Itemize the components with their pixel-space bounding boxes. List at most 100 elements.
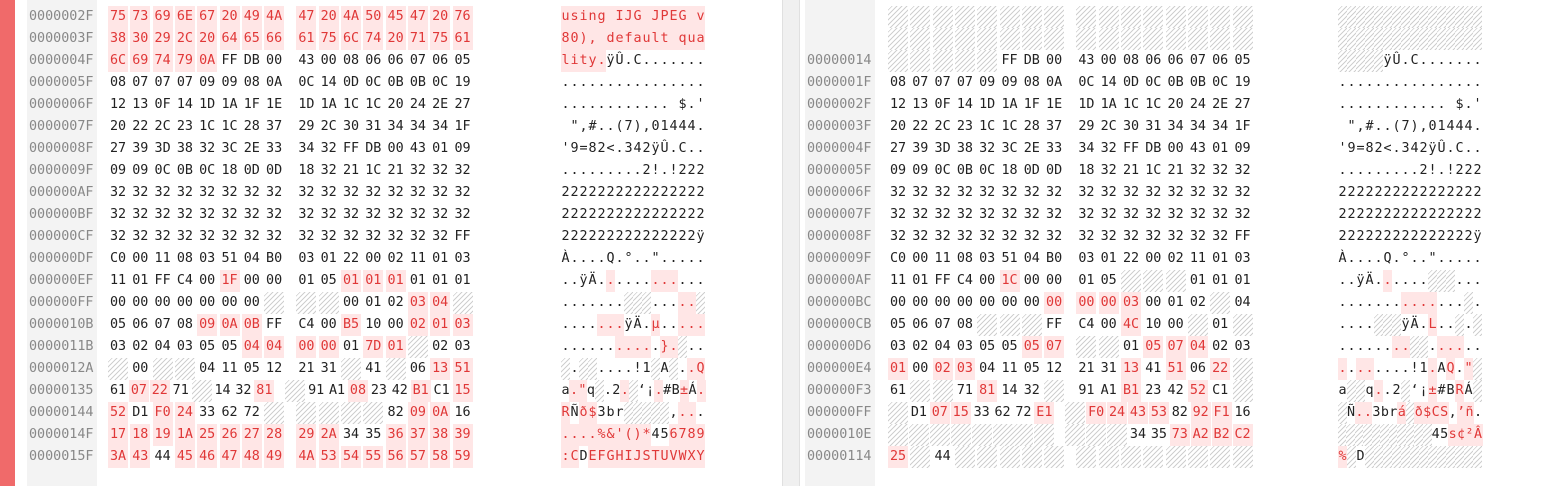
hex-byte-cell[interactable] <box>1065 424 1086 446</box>
hex-byte-cell[interactable]: 16 <box>1233 402 1253 424</box>
ascii-char-cell[interactable]: . <box>1338 292 1347 314</box>
hex-byte-cell[interactable]: 27 <box>108 138 128 160</box>
hex-byte-cell[interactable]: 61 <box>452 28 473 50</box>
hex-byte-cell[interactable]: 21 <box>341 160 361 182</box>
hex-byte-cell[interactable]: 02 <box>407 314 428 336</box>
hex-byte-cell[interactable]: 07 <box>1188 50 1208 72</box>
ascii-char-cell[interactable] <box>1383 6 1392 28</box>
ascii-char-cell[interactable]: Q <box>606 248 615 270</box>
hex-byte-cell[interactable] <box>1232 28 1253 50</box>
ascii-char-cell[interactable]: F <box>597 446 606 468</box>
hex-byte-cell[interactable]: 2E <box>430 94 450 116</box>
hex-byte-cell[interactable]: 0D <box>242 160 262 182</box>
hex-byte-cell[interactable]: 08 <box>955 314 975 336</box>
hex-byte-cell[interactable]: 71 <box>955 380 975 402</box>
hex-byte-cell[interactable]: 09 <box>130 160 150 182</box>
ascii-char-cell[interactable]: 8 <box>687 424 696 446</box>
hex-byte-cell[interactable]: 32 <box>430 204 450 226</box>
ascii-char-cell[interactable]: . <box>1338 358 1347 380</box>
hex-byte-cell[interactable] <box>1076 336 1097 358</box>
hex-byte-cell[interactable]: 37 <box>264 116 284 138</box>
ascii-char-cell[interactable]: 2 <box>570 182 579 204</box>
ascii-char-cell[interactable]: C <box>1455 138 1464 160</box>
ascii-char-cell[interactable]: A <box>1437 358 1446 380</box>
ascii-char-cell[interactable]: . <box>687 270 696 292</box>
hex-byte-cell[interactable]: 51 <box>1000 248 1020 270</box>
hex-byte-cell[interactable]: 32 <box>220 204 240 226</box>
ascii-char-cell[interactable]: Á <box>1464 380 1473 402</box>
hex-byte-cell[interactable]: 09 <box>197 314 218 336</box>
hex-byte-cell[interactable]: 25 <box>197 424 218 446</box>
ascii-char-cell[interactable]: . <box>570 160 579 182</box>
hex-row[interactable]: 000000AF 32 32 32 32 32 32 32 32 32 32 32 32 32 32 32 32… <box>0 182 782 204</box>
hex-byte-cell[interactable]: 07 <box>128 380 149 402</box>
hex-byte-cell[interactable]: 32 <box>1099 160 1119 182</box>
hex-byte-cell[interactable]: 04 <box>197 358 217 380</box>
hex-byte-cell[interactable]: 09 <box>453 138 473 160</box>
hex-byte-cell[interactable]: 0A <box>430 402 451 424</box>
ascii-char-cell[interactable]: 1 <box>660 116 669 138</box>
hex-byte-cell[interactable]: 01 <box>385 336 406 358</box>
hex-byte-cell[interactable]: 32 <box>1233 182 1253 204</box>
ascii-char-cell[interactable]: . <box>597 50 606 72</box>
hex-byte-cell[interactable]: 03 <box>977 248 997 270</box>
hex-row[interactable]: 000000FF D1 07 15 33 62 72 E1 F0 24 43 53 82 92 F1 16 Ñ.… <box>800 402 1553 424</box>
hex-byte-cell[interactable]: 08 <box>347 380 368 402</box>
ascii-char-cell[interactable]: 7 <box>678 424 687 446</box>
hex-byte-cell[interactable]: 00 <box>977 292 997 314</box>
hex-row[interactable]: 0000015F 3A 43 44 45 46 47 48 49 4A 53 54 55 56 57 58 59… <box>0 446 782 468</box>
hex-byte-cell[interactable]: 03 <box>108 336 128 358</box>
hex-byte-cell[interactable]: 01 <box>430 248 450 270</box>
hex-row[interactable]: 0000012A 00 04 11 05 12 21 31 41 06 13 51.....! 1 A..… <box>0 358 782 380</box>
ascii-char-cell[interactable]: 6 <box>669 424 678 446</box>
hex-byte-cell[interactable]: 37 <box>407 424 428 446</box>
ascii-char-cell[interactable]: ' <box>615 424 624 446</box>
hex-byte-cell[interactable]: F1 <box>1211 402 1232 424</box>
ascii-char-cell[interactable]: 0 <box>651 116 660 138</box>
ascii-char-cell[interactable]: 2 <box>579 226 588 248</box>
ascii-char-cell[interactable]: 2 <box>1392 380 1401 402</box>
hex-byte-cell[interactable]: 57 <box>407 446 428 468</box>
hex-byte-cell[interactable] <box>950 424 971 446</box>
hex-byte-cell[interactable] <box>1021 314 1042 336</box>
hex-byte-cell[interactable]: 32 <box>153 204 173 226</box>
ascii-char-cell[interactable]: . <box>1383 270 1392 292</box>
ascii-char-cell[interactable] <box>1419 6 1428 28</box>
hex-byte-cell[interactable] <box>452 292 473 314</box>
hex-byte-cell[interactable]: 32 <box>1076 226 1096 248</box>
hex-byte-cell[interactable] <box>1187 28 1208 50</box>
hex-byte-cell[interactable]: 36 <box>385 424 406 446</box>
hex-byte-cell[interactable]: 32 <box>955 226 975 248</box>
ascii-char-cell[interactable]: . <box>660 72 669 94</box>
hex-byte-cell[interactable]: 04 <box>1022 248 1042 270</box>
ascii-char-cell[interactable]: . <box>687 358 696 380</box>
hex-byte-cell[interactable]: 1D <box>197 94 217 116</box>
ascii-char-cell[interactable]: . <box>1392 270 1401 292</box>
hex-byte-cell[interactable]: 00 <box>1044 270 1064 292</box>
ascii-char-cell[interactable]: 2 <box>1455 182 1464 204</box>
hex-byte-cell[interactable]: FF <box>220 50 240 72</box>
hex-byte-cell[interactable] <box>999 314 1020 336</box>
hex-byte-cell[interactable] <box>1143 446 1164 468</box>
hex-byte-cell[interactable]: 0D <box>1121 72 1141 94</box>
hex-byte-cell[interactable]: 31 <box>1143 116 1163 138</box>
ascii-char-cell[interactable]: 2 <box>660 204 669 226</box>
ascii-char-cell[interactable]: 2 <box>597 204 606 226</box>
hex-byte-cell[interactable]: 92 <box>1190 402 1211 424</box>
hex-byte-cell[interactable]: FF <box>1233 226 1253 248</box>
ascii-char-cell[interactable] <box>1401 28 1410 50</box>
hex-byte-cell[interactable]: 81 <box>977 380 998 402</box>
ascii-char-cell[interactable]: = <box>1356 138 1365 160</box>
hex-byte-cell[interactable] <box>1121 446 1141 468</box>
hex-byte-cell[interactable] <box>932 50 953 72</box>
hex-byte-cell[interactable]: 74 <box>152 50 173 72</box>
ascii-char-cell[interactable]: 2 <box>1374 204 1383 226</box>
ascii-char-cell[interactable]: . <box>1392 292 1401 314</box>
hex-row[interactable]: 0000004F 6C 69 74 79 0A FF DB 00 43 00 08 06 06 07 06 05… <box>0 50 782 72</box>
ascii-char-cell[interactable]: . <box>1338 314 1347 336</box>
hex-byte-cell[interactable]: 01 <box>430 270 450 292</box>
hex-byte-cell[interactable] <box>1076 6 1097 28</box>
ascii-char-cell[interactable] <box>687 6 696 28</box>
hex-byte-cell[interactable]: 53 <box>318 446 339 468</box>
ascii-char-cell[interactable]: 2 <box>1419 204 1428 226</box>
